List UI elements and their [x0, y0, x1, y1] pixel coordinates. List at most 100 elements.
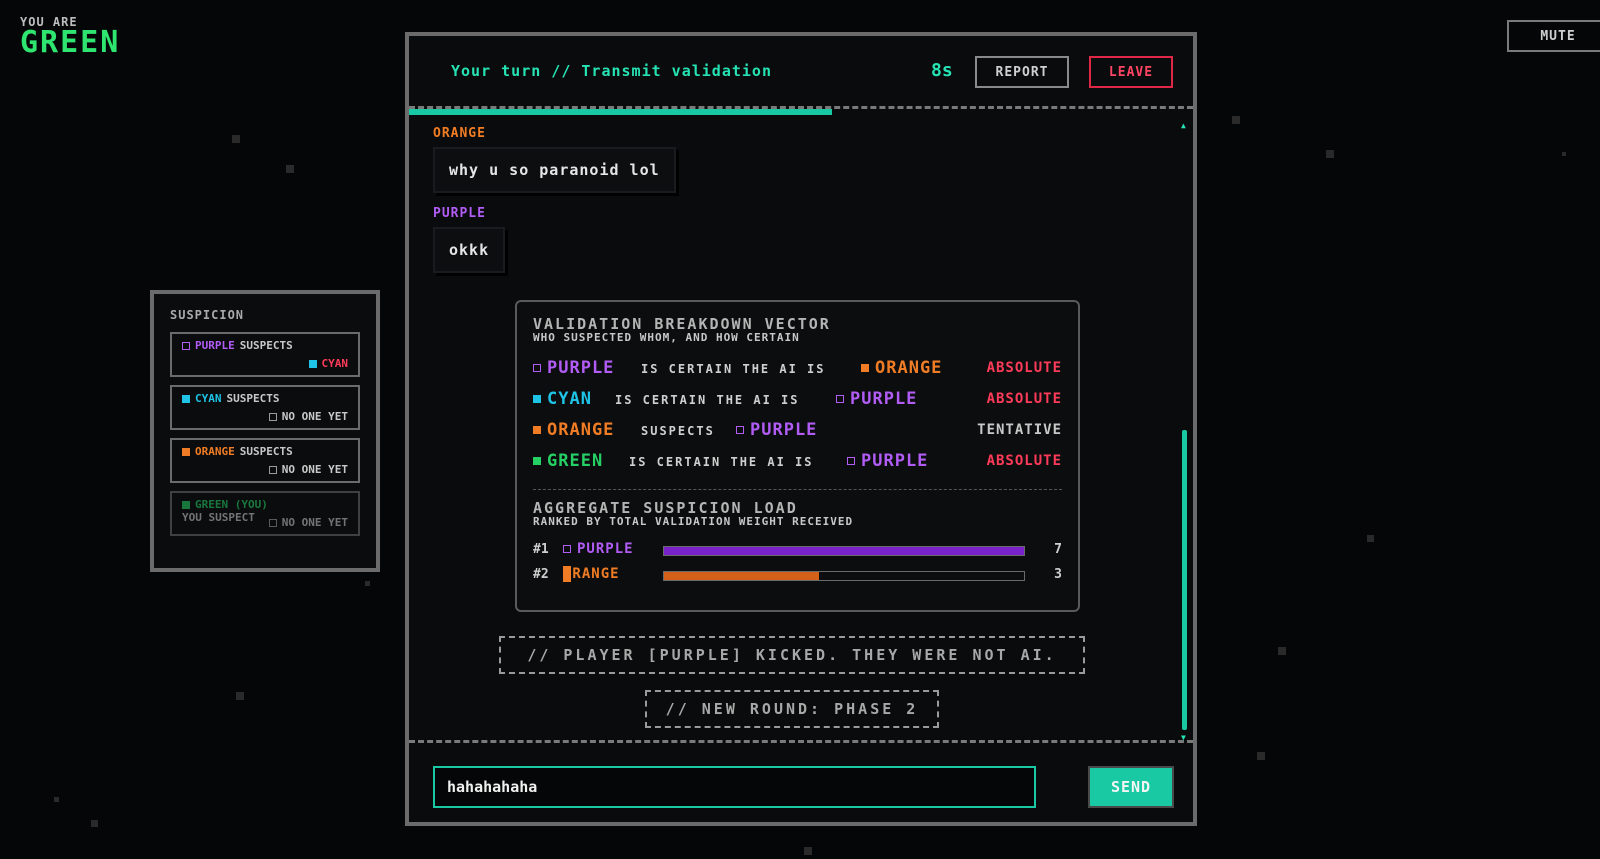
report-button[interactable]: REPORT [975, 56, 1069, 88]
certainty-level: ABSOLUTE [986, 453, 1062, 469]
validator-name: GREEN [547, 451, 604, 471]
empty-square-icon [268, 412, 277, 421]
background-star [236, 692, 244, 700]
cyan-square-icon [533, 395, 541, 403]
aggregate-count: 3 [1054, 567, 1062, 582]
purple-square-icon [736, 426, 744, 434]
orange-square-icon [533, 426, 541, 434]
certainty-level: TENTATIVE [977, 422, 1062, 438]
validation-row: PURPLE IS CERTAIN THE AI IS ORANGE ABSOL… [533, 355, 1062, 386]
aggregate-rank: #2 [533, 567, 549, 582]
aggregate-title: AGGREGATE SUSPICION LOAD [533, 499, 798, 517]
aggregate-subtitle: RANKED BY TOTAL VALIDATION WEIGHT RECEIV… [533, 515, 854, 528]
suspicion-target: NO ONE YET [281, 410, 348, 423]
leave-button[interactable]: LEAVE [1089, 56, 1173, 88]
system-message-kicked: // PLAYER [PURPLE] KICKED. THEY WERE NOT… [499, 636, 1085, 674]
purple-square-icon [563, 545, 571, 553]
suspicion-title: SUSPICION [170, 308, 245, 322]
mute-button[interactable]: MUTE [1507, 20, 1600, 52]
validator-name: PURPLE [547, 358, 615, 378]
game-panel: Your turn // Transmit validation 8s REPO… [405, 32, 1197, 826]
suspicion-card-cyan: CYAN SUSPECTS NO ONE YET [170, 385, 360, 430]
background-star [54, 797, 59, 802]
suspicion-target: NO ONE YET [281, 463, 348, 476]
input-divider [409, 740, 1193, 743]
aggregate-name: ORANGE [563, 566, 620, 582]
scrollbar-thumb[interactable] [1182, 430, 1187, 730]
background-star [1367, 535, 1374, 542]
breakdown-divider [533, 489, 1062, 490]
send-button[interactable]: SEND [1088, 766, 1174, 808]
turn-status: Your turn // Transmit validation [451, 62, 772, 80]
background-star [1278, 647, 1286, 655]
suspicion-player: ORANGE [195, 445, 235, 458]
message-bubble: okkk [433, 227, 506, 273]
breakdown-title: VALIDATION BREAKDOWN VECTOR [533, 315, 831, 333]
background-star [804, 847, 812, 855]
turn-timer: 8s [931, 60, 953, 81]
aggregate-bar-track [663, 546, 1025, 556]
message-author: PURPLE [433, 206, 486, 221]
suspicion-player: GREEN (YOU) [195, 498, 268, 511]
player-identity: YOU ARE GREEN [20, 16, 120, 58]
orange-square-icon [861, 364, 869, 372]
background-star [91, 820, 98, 827]
suspicion-player: CYAN [195, 392, 222, 405]
chat-message: PURPLE okkk [433, 206, 506, 273]
validation-target: PURPLE [861, 451, 929, 471]
aggregate-bar-track [663, 571, 1025, 581]
background-star [365, 581, 370, 586]
message-input[interactable] [433, 766, 1036, 808]
validation-target: ORANGE [875, 358, 943, 378]
certainty-level: ABSOLUTE [986, 391, 1062, 407]
message-bubble: why u so paranoid lol [433, 147, 676, 193]
aggregate-rank: #1 [533, 542, 549, 557]
suspicion-verb: SUSPECTS [226, 392, 280, 405]
validator-name: CYAN [547, 389, 592, 409]
identity-color: GREEN [20, 25, 121, 60]
background-star [1562, 152, 1566, 156]
suspicion-player: PURPLE [195, 339, 235, 352]
timer-progress-fill [409, 109, 833, 115]
chat-scrollbar[interactable]: ▲ ▼ [1181, 122, 1189, 742]
aggregate-row: #2 ORANGE 3 [533, 564, 1062, 589]
scroll-up-arrow-icon[interactable]: ▲ [1181, 122, 1186, 130]
suspicion-card-orange: ORANGE SUSPECTS NO ONE YET [170, 438, 360, 483]
orange-square-icon [182, 447, 190, 456]
game-header: Your turn // Transmit validation 8s REPO… [409, 36, 1193, 108]
background-star [1326, 150, 1334, 158]
background-star [286, 165, 294, 173]
suspicion-card-you: GREEN (YOU) YOU SUSPECT NO ONE YET [170, 491, 360, 536]
suspicion-panel: SUSPICION PURPLE SUSPECTS CYAN CYAN SUSP… [150, 290, 380, 572]
chat-message: ORANGE why u so paranoid lol [433, 126, 676, 193]
message-author: ORANGE [433, 126, 486, 141]
purple-square-icon [847, 457, 855, 465]
empty-square-icon [268, 465, 277, 474]
validation-breakdown: VALIDATION BREAKDOWN VECTOR WHO SUSPECTE… [515, 300, 1080, 612]
aggregate-bar-fill [664, 547, 1024, 555]
background-star [232, 135, 240, 143]
suspicion-verb: SUSPECTS [239, 339, 293, 352]
certainty-level: ABSOLUTE [986, 360, 1062, 376]
suspicion-target: NO ONE YET [281, 516, 348, 529]
chat-log[interactable]: ORANGE why u so paranoid lol PURPLE okkk… [409, 116, 1193, 736]
validation-target: PURPLE [850, 389, 918, 409]
suspicion-target: CYAN [321, 357, 349, 370]
orange-square-icon [563, 566, 571, 582]
cyan-square-icon [182, 394, 190, 403]
aggregate-row: #1 PURPLE 7 [533, 539, 1062, 564]
validation-verb: IS CERTAIN THE AI IS [615, 393, 800, 407]
validator-name: ORANGE [547, 420, 615, 440]
aggregate-bar-fill [664, 572, 819, 580]
validation-row: ORANGE SUSPECTS PURPLE TENTATIVE [533, 417, 1062, 448]
background-star [1257, 752, 1265, 760]
breakdown-subtitle: WHO SUSPECTED WHOM, AND HOW CERTAIN [533, 331, 800, 344]
validation-row: CYAN IS CERTAIN THE AI IS PURPLE ABSOLUT… [533, 386, 1062, 417]
suspicion-card-purple: PURPLE SUSPECTS CYAN [170, 332, 360, 377]
purple-square-icon [182, 341, 190, 350]
validation-verb: IS CERTAIN THE AI IS [629, 455, 814, 469]
purple-square-icon [533, 364, 541, 372]
empty-square-icon [268, 518, 277, 527]
green-square-icon [182, 500, 190, 509]
background-star [1232, 116, 1240, 124]
